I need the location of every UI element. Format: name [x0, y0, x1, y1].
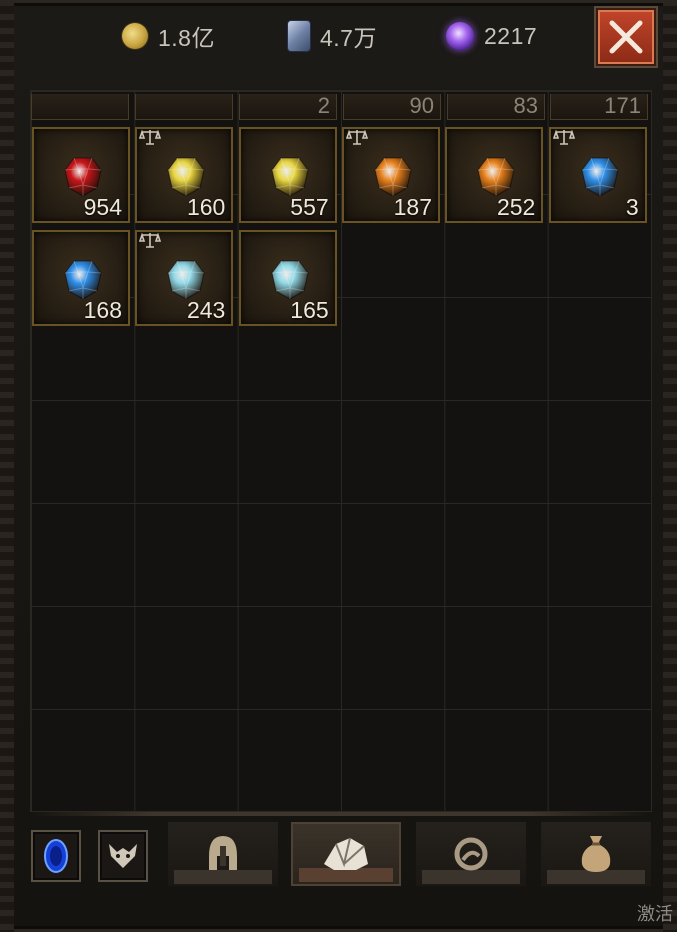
orange-gem-icon	[477, 157, 515, 197]
watermark: 激活	[637, 904, 673, 924]
partial-slot[interactable]: 83	[447, 94, 545, 120]
scale-icon	[345, 129, 368, 145]
item-count: 252	[496, 194, 536, 220]
tab-gems[interactable]	[291, 822, 401, 886]
currency-gold: 1.8亿	[122, 20, 215, 52]
gem-slot[interactable]: 168	[32, 230, 130, 326]
partial-slot[interactable]: 90	[343, 94, 441, 120]
obol-amount: 4.7万	[320, 25, 377, 51]
purple-orb-icon	[446, 22, 474, 50]
gem-slot[interactable]: 3	[548, 127, 647, 223]
partial-slot[interactable]: 171	[550, 94, 648, 120]
divider	[30, 812, 650, 816]
tab-materials[interactable]	[541, 822, 651, 886]
item-count: 954	[83, 194, 122, 220]
gem-slot[interactable]: 243	[135, 230, 234, 326]
demon-emblem-icon	[109, 844, 137, 868]
gem-slot[interactable]: 165	[238, 230, 337, 326]
blue-gem-icon	[64, 260, 102, 300]
item-count: 165	[290, 297, 329, 323]
item-count: 243	[186, 297, 226, 323]
portal-button[interactable]	[31, 830, 81, 882]
gem-slot[interactable]: 954	[32, 127, 130, 223]
scrolled-row: 2 90 83 171	[30, 94, 650, 122]
close-button[interactable]	[596, 8, 656, 66]
emblem-button[interactable]	[98, 830, 148, 882]
gem-pouch-icon	[324, 837, 368, 870]
yellow-gem-icon	[167, 157, 205, 197]
item-count: 168	[83, 297, 122, 323]
scale-icon	[139, 232, 162, 248]
close-icon	[609, 20, 643, 54]
skull-rune-icon	[454, 837, 488, 871]
gem-slot[interactable]: 557	[238, 127, 337, 223]
orb-amount: 2217	[484, 22, 538, 49]
currency-orb: 2217	[446, 20, 537, 52]
gem-slot[interactable]: 252	[445, 127, 544, 223]
gold-amount: 1.8亿	[158, 25, 215, 51]
tab-runes[interactable]	[416, 822, 526, 886]
gold-coin-icon	[122, 23, 148, 49]
orange-gem-icon	[374, 157, 412, 197]
cyan-gem-icon	[167, 260, 205, 300]
red-gem-icon	[64, 157, 102, 197]
obol-card-icon	[288, 21, 310, 51]
partial-slot[interactable]: 2	[239, 94, 337, 120]
item-count: 557	[290, 194, 329, 220]
blue-portal-icon	[44, 839, 68, 873]
partial-slot[interactable]	[135, 94, 233, 120]
helmet-icon	[209, 836, 237, 870]
cyan-gem-icon	[271, 260, 309, 300]
currency-obol: 4.7万	[288, 20, 377, 52]
yellow-gem-icon	[271, 157, 309, 197]
scale-icon	[139, 129, 162, 145]
item-count: 187	[393, 194, 432, 220]
gem-slot[interactable]: 187	[341, 127, 440, 223]
tab-equipment[interactable]	[168, 822, 278, 886]
partial-slot[interactable]	[31, 94, 129, 120]
item-count: 160	[186, 194, 226, 220]
scale-icon	[552, 129, 575, 145]
gem-slot[interactable]: 160	[135, 127, 234, 223]
blue-gem-icon	[581, 157, 619, 197]
sack-icon	[581, 836, 611, 872]
item-count: 3	[625, 194, 639, 220]
